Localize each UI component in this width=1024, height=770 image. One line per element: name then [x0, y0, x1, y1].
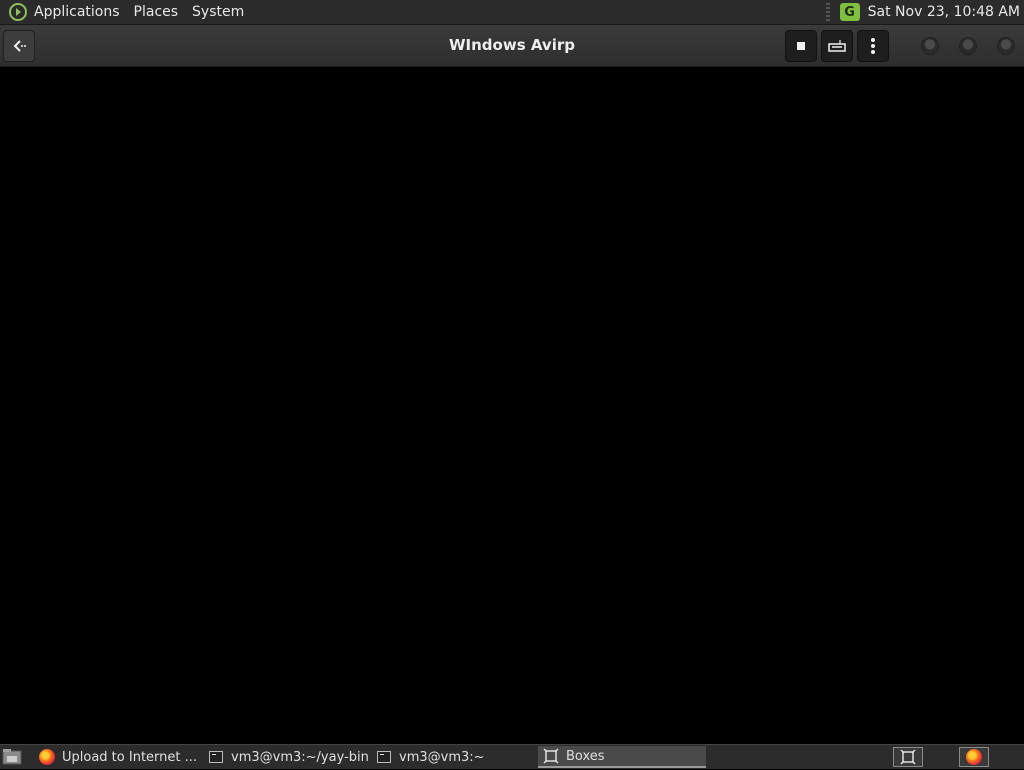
task-label: vm3@vm3:~ — [399, 749, 485, 765]
menu-logo-icon[interactable] — [8, 2, 28, 22]
taskbar: Upload to Internet ... vm3@vm3:~/yay-bin… — [0, 744, 1024, 769]
boxes-icon — [900, 749, 916, 765]
stop-button[interactable] — [785, 30, 817, 62]
clock[interactable]: Sat Nov 23, 10:48 AM — [868, 4, 1020, 20]
panel-separator — [825, 3, 830, 21]
menu-system[interactable]: System — [192, 4, 244, 20]
task-label: Boxes — [566, 748, 605, 764]
show-desktop-icon[interactable] — [2, 748, 22, 766]
top-panel: Applications Places System G Sat Nov 23,… — [0, 0, 1024, 25]
menu-places[interactable]: Places — [134, 4, 179, 20]
task-boxes[interactable]: Boxes — [538, 746, 706, 768]
task-firefox[interactable]: Upload to Internet ... — [34, 746, 199, 768]
task-label: Upload to Internet ... — [62, 749, 198, 765]
back-button[interactable] — [3, 30, 35, 62]
terminal-icon — [207, 748, 225, 766]
panel-tray: G Sat Nov 23, 10:48 AM — [825, 0, 1024, 24]
maximize-button[interactable] — [959, 37, 977, 55]
firefox-icon — [966, 749, 982, 765]
task-terminal-yay-bin[interactable]: vm3@vm3:~/yay-bin — [203, 746, 368, 768]
kebab-menu-icon — [871, 38, 875, 54]
firefox-icon — [38, 748, 56, 766]
terminal-icon — [375, 748, 393, 766]
back-arrow-icon — [13, 40, 26, 52]
vm-display[interactable] — [0, 67, 1024, 744]
header-bar: WIndows Avirp — [0, 25, 1024, 67]
more-options-button[interactable] — [857, 30, 889, 62]
boxes-icon — [542, 747, 560, 765]
tray-firefox-button[interactable] — [959, 747, 989, 767]
update-manager-icon[interactable]: G — [839, 3, 860, 21]
minimize-button[interactable] — [921, 37, 939, 55]
keyboard-icon — [828, 40, 846, 52]
tray-boxes-button[interactable] — [893, 747, 923, 767]
task-label: vm3@vm3:~/yay-bin — [231, 749, 368, 765]
stop-icon — [797, 42, 805, 50]
menu-applications[interactable]: Applications — [34, 4, 120, 20]
close-button[interactable] — [997, 37, 1015, 55]
task-terminal-home[interactable]: vm3@vm3:~ — [371, 746, 536, 768]
send-keys-button[interactable] — [821, 30, 853, 62]
